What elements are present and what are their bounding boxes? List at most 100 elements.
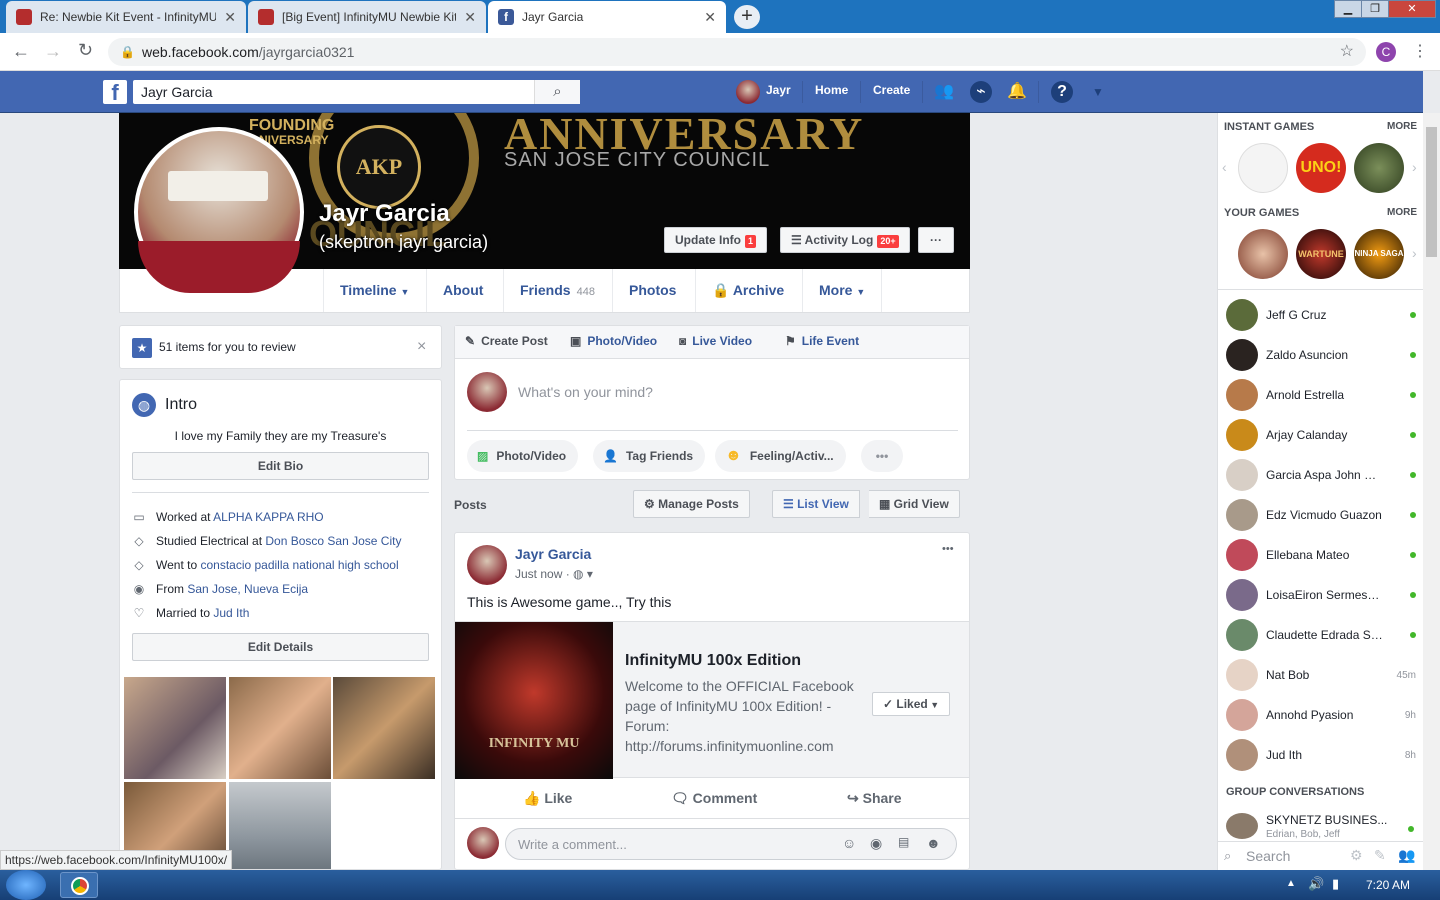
tab-timeline[interactable]: Timeline ▼ [323, 269, 426, 312]
chrome-taskbar-icon[interactable] [60, 872, 98, 898]
tag-friends-pill[interactable]: 👤 Tag Friends [593, 440, 706, 472]
comment-button[interactable]: 🗨 Comment [671, 790, 757, 807]
hometown-link[interactable]: San Jose, Nueva Ecija [187, 582, 308, 596]
post-author-avatar[interactable] [467, 545, 507, 585]
reload-icon[interactable]: ↻ [78, 40, 93, 61]
chat-friend[interactable]: Annohd Pyasion 9h [1226, 698, 1416, 732]
tab-archive[interactable]: 🔒 Archive [695, 269, 800, 312]
close-window-icon[interactable]: ✕ [1388, 0, 1436, 18]
restore-window-icon[interactable]: ❐ [1361, 0, 1389, 18]
review-card[interactable]: ★ 51 items for you to review × [119, 325, 442, 369]
tab-more[interactable]: More ▼ [802, 269, 883, 312]
close-tab-icon[interactable]: ✕ [464, 9, 476, 26]
chat-search-input[interactable]: Search [1246, 848, 1290, 864]
notifications-bell-icon[interactable]: 🔔 [1006, 81, 1028, 103]
chat-friend[interactable]: LoisaEiron Sermese ... [1226, 578, 1416, 612]
link-title[interactable]: InfinityMU 100x Edition [625, 652, 801, 670]
comment-input[interactable]: Write a comment... ☺ ◉ ▤ ☻ [505, 828, 957, 860]
facebook-logo-icon[interactable]: f [103, 80, 127, 105]
chat-friend[interactable]: Jeff G Cruz [1226, 298, 1416, 332]
nav-profile-link[interactable]: Jayr [766, 83, 791, 97]
page-scrollbar[interactable] [1423, 113, 1440, 870]
game-tile[interactable] [1238, 229, 1288, 279]
your-games-more-link[interactable]: MORE [1387, 207, 1417, 218]
chat-friend[interactable]: Arjay Calanday [1226, 418, 1416, 452]
compose-icon[interactable]: ✎ [1374, 847, 1386, 864]
facebook-search-input[interactable]: Jayr Garcia ⌕ [133, 80, 580, 104]
school-link[interactable]: constacio padilla national high school [200, 558, 398, 572]
emoji-icon[interactable]: ☺ [842, 835, 856, 851]
browser-menu-icon[interactable]: ⋮ [1412, 41, 1428, 61]
update-info-button[interactable]: Update Info 1 [664, 227, 768, 253]
close-icon[interactable]: × [417, 338, 426, 356]
more-options-button[interactable]: ··· [918, 227, 954, 253]
forward-icon[interactable]: → [44, 41, 62, 62]
chat-friend[interactable]: Garcia Aspa John Ra... [1226, 458, 1416, 492]
liked-button[interactable]: ✓ Liked ▼ [872, 692, 951, 716]
chat-friend[interactable]: Claudette Edrada Su... [1226, 618, 1416, 652]
chevron-left-icon[interactable]: ‹ [1222, 159, 1227, 175]
tray-expand-icon[interactable]: ▲ [1286, 878, 1296, 889]
game-tile-ninja-saga[interactable]: NINJA SAGA [1354, 229, 1404, 279]
chat-friend[interactable]: Edz Vicmudo Guazon [1226, 498, 1416, 532]
group-conversation[interactable]: SKYNETZ BUSINES... Edrian, Bob, Jeff [1226, 811, 1416, 841]
link-preview[interactable]: INFINITY MU InfinityMU 100x Edition Welc… [455, 621, 969, 779]
list-view-button[interactable]: ☰ List View [772, 490, 860, 518]
manage-posts-button[interactable]: ⚙ Manage Posts [633, 490, 750, 518]
chevron-right-icon[interactable]: › [1412, 159, 1417, 175]
tab-about[interactable]: About [426, 269, 499, 312]
chat-friend[interactable]: Jud Ith 8h [1226, 738, 1416, 772]
life-event-tab[interactable]: ⚑ Life Event [785, 334, 859, 348]
game-tile-wartune[interactable]: WARTUNE [1296, 229, 1346, 279]
chat-friend[interactable]: Arnold Estrella [1226, 378, 1416, 412]
back-icon[interactable]: ← [12, 41, 30, 62]
chevron-right-icon[interactable]: › [1412, 245, 1417, 261]
photo-video-tab[interactable]: ▣ Photo/Video [570, 334, 657, 348]
feeling-activity-pill[interactable]: ☻ Feeling/Activ... [715, 440, 846, 472]
composer-input[interactable]: What's on your mind? [518, 384, 653, 400]
account-menu-chevron-icon[interactable]: ▼ [1087, 81, 1109, 103]
friend-requests-icon[interactable]: 👥 [933, 81, 955, 103]
like-button[interactable]: 👍 Like [523, 790, 572, 807]
close-tab-icon[interactable]: ✕ [224, 9, 236, 26]
grid-view-button[interactable]: ▦ Grid View [869, 490, 960, 518]
bookmark-star-icon[interactable]: ☆ [1340, 38, 1354, 66]
featured-photo[interactable] [229, 677, 331, 779]
nav-home-link[interactable]: Home [815, 83, 848, 97]
scrollbar-thumb[interactable] [1426, 127, 1437, 257]
featured-photo[interactable] [333, 677, 435, 779]
minimize-window-icon[interactable]: ▁ [1334, 0, 1362, 18]
camera-icon[interactable]: ◉ [870, 835, 882, 852]
sticker-icon[interactable]: ☻ [926, 835, 941, 851]
chat-friend[interactable]: Zaldo Asuncion [1226, 338, 1416, 372]
post-options-icon[interactable]: ••• [942, 543, 954, 555]
edit-details-button[interactable]: Edit Details [132, 633, 429, 661]
network-icon[interactable]: ▮ [1332, 876, 1339, 892]
browser-tab-active[interactable]: f Jayr Garcia ✕ [488, 1, 726, 33]
photo-video-pill[interactable]: ▨ Photo/Video [467, 440, 579, 472]
browser-profile-avatar[interactable]: C [1376, 42, 1396, 62]
create-group-icon[interactable]: 👥 [1398, 847, 1415, 864]
game-tile-uno[interactable]: UNO! [1296, 143, 1346, 193]
post-author[interactable]: Jayr Garcia [515, 546, 591, 562]
volume-icon[interactable]: 🔊 [1308, 876, 1324, 892]
edit-bio-button[interactable]: Edit Bio [132, 452, 429, 480]
url-bar[interactable]: 🔒 web.facebook.com/jayrgarcia0321 ☆ [108, 38, 1366, 66]
help-icon[interactable]: ? [1051, 81, 1073, 103]
chat-friend[interactable]: Ellebana Mateo [1226, 538, 1416, 572]
tab-photos[interactable]: Photos [612, 269, 692, 312]
search-icon[interactable]: ⌕ [534, 80, 580, 104]
featured-photo[interactable] [229, 782, 331, 869]
messenger-icon[interactable]: ⌁ [970, 81, 992, 103]
create-post-tab[interactable]: ✎ Create Post [465, 334, 548, 348]
instant-games-more-link[interactable]: MORE [1387, 121, 1417, 132]
more-options-pill[interactable]: ••• [861, 440, 903, 472]
chat-friend[interactable]: Nat Bob 45m [1226, 658, 1416, 692]
profile-picture[interactable] [134, 127, 304, 297]
tab-friends[interactable]: Friends 448 [503, 269, 611, 312]
share-button[interactable]: ↪ Share [847, 790, 902, 807]
game-tile[interactable] [1354, 143, 1404, 193]
close-tab-icon[interactable]: ✕ [704, 9, 716, 26]
new-tab-button[interactable]: + [734, 5, 760, 29]
windows-start-icon[interactable] [6, 870, 46, 900]
